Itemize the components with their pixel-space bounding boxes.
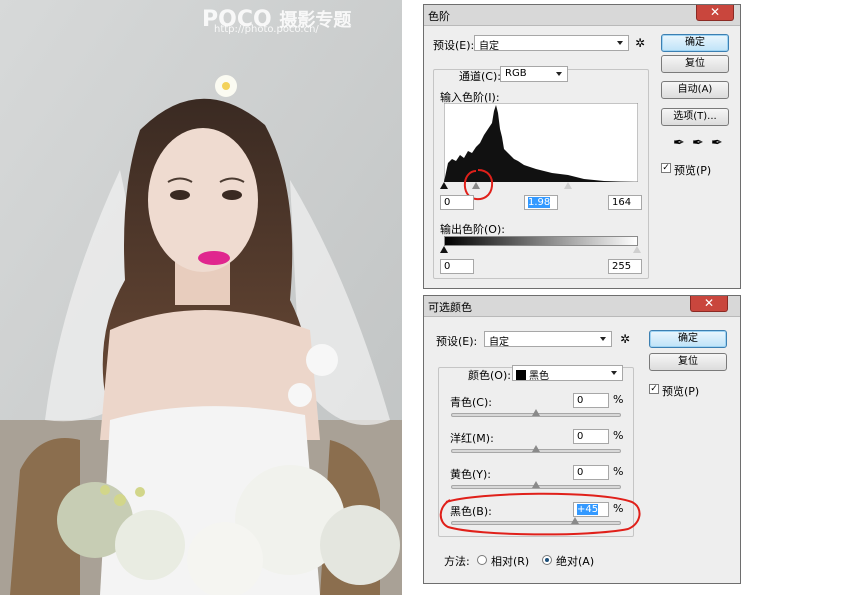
sc-reset-button[interactable]: 复位 xyxy=(649,353,727,371)
input-white-slider[interactable] xyxy=(564,182,572,189)
output-white-field[interactable]: 255 xyxy=(608,259,642,274)
photo-preview: POCO 摄影专题 http://photo.poco.cn/ xyxy=(0,0,402,595)
options-button[interactable]: 选项(T)... xyxy=(661,108,729,126)
eyedropper-icon[interactable]: ✒ xyxy=(692,136,704,150)
levels-titlebar: 色阶 ✕ xyxy=(424,5,740,26)
ok-button[interactable]: 确定 xyxy=(661,34,729,52)
output-black-slider[interactable] xyxy=(440,246,448,253)
magenta-label: 洋红(M): xyxy=(450,432,494,445)
cyan-slider-thumb[interactable] xyxy=(532,409,540,416)
sc-preset-label: 预设(E): xyxy=(436,335,478,348)
input-black-field[interactable]: 0 xyxy=(440,195,474,210)
levels-preset-dropdown[interactable]: 自定 xyxy=(474,35,629,52)
cyan-unit: % xyxy=(613,393,624,406)
absolute-label: 绝对(A) xyxy=(556,555,595,568)
method-label: 方法: xyxy=(444,555,470,568)
cyan-label: 青色(C): xyxy=(450,396,492,409)
preview-checkbox[interactable]: ✓ xyxy=(661,163,671,173)
chevron-down-icon xyxy=(611,371,617,375)
magenta-field[interactable]: 0 xyxy=(573,429,609,444)
input-black-slider[interactable] xyxy=(440,182,448,189)
levels-title: 色阶 xyxy=(428,10,450,23)
eyedropper-icon[interactable]: ✒ xyxy=(711,136,723,150)
selective-color-titlebar: 可选颜色 ✕ xyxy=(424,296,740,317)
output-black-field[interactable]: 0 xyxy=(440,259,474,274)
magenta-slider-thumb[interactable] xyxy=(532,445,540,452)
levels-dialog: 色阶 ✕ 预设(E): 自定 ✲ 确定 复位 自动(A) 选项(T)... ✒ … xyxy=(423,4,741,289)
gear-icon[interactable]: ✲ xyxy=(635,37,645,49)
relative-label: 相对(R) xyxy=(491,555,530,568)
sc-preview-checkbox[interactable]: ✓ xyxy=(649,384,659,394)
channel-dropdown[interactable]: RGB xyxy=(500,66,568,82)
sc-preview-label: 预览(P) xyxy=(662,385,700,398)
chevron-down-icon xyxy=(617,41,623,45)
radio-absolute[interactable] xyxy=(542,555,552,565)
yellow-unit: % xyxy=(613,465,624,478)
radio-relative[interactable] xyxy=(477,555,487,565)
sc-preset-dropdown[interactable]: 自定 xyxy=(484,331,612,348)
watermark-url: http://photo.poco.cn/ xyxy=(214,24,319,35)
black-swatch xyxy=(516,370,526,380)
preview-label: 预览(P) xyxy=(674,164,712,177)
chevron-down-icon xyxy=(600,337,606,341)
close-icon[interactable]: ✕ xyxy=(696,5,734,21)
gear-icon[interactable]: ✲ xyxy=(620,333,630,345)
yellow-label: 黄色(Y): xyxy=(450,468,492,481)
cyan-field[interactable]: 0 xyxy=(573,393,609,408)
sc-ok-button[interactable]: 确定 xyxy=(649,330,727,348)
reset-button[interactable]: 复位 xyxy=(661,55,729,73)
annotation-ellipse xyxy=(439,492,641,536)
output-gradient xyxy=(444,236,638,246)
yellow-slider-thumb[interactable] xyxy=(532,481,540,488)
selective-color-dialog: 可选颜色 ✕ 预设(E): 自定 ✲ 确定 复位 ✓ 预览(P) 颜色(O): … xyxy=(423,295,741,584)
colors-label: 颜色(O): xyxy=(468,369,511,382)
output-white-slider[interactable] xyxy=(633,246,641,253)
auto-button[interactable]: 自动(A) xyxy=(661,81,729,99)
yellow-field[interactable]: 0 xyxy=(573,465,609,480)
magenta-unit: % xyxy=(613,429,624,442)
close-icon[interactable]: ✕ xyxy=(690,296,728,312)
input-gamma-field[interactable]: 1.98 xyxy=(524,195,558,210)
output-levels-label: 输出色阶(O): xyxy=(440,223,505,236)
levels-preset-label: 预设(E): xyxy=(433,39,475,52)
selective-color-title: 可选颜色 xyxy=(428,301,472,314)
channel-label: 通道(C): xyxy=(459,70,501,83)
colors-dropdown[interactable]: 黑色 xyxy=(512,365,623,382)
input-white-field[interactable]: 164 xyxy=(608,195,642,210)
eyedropper-icon[interactable]: ✒ xyxy=(673,136,685,150)
chevron-down-icon xyxy=(556,72,562,76)
